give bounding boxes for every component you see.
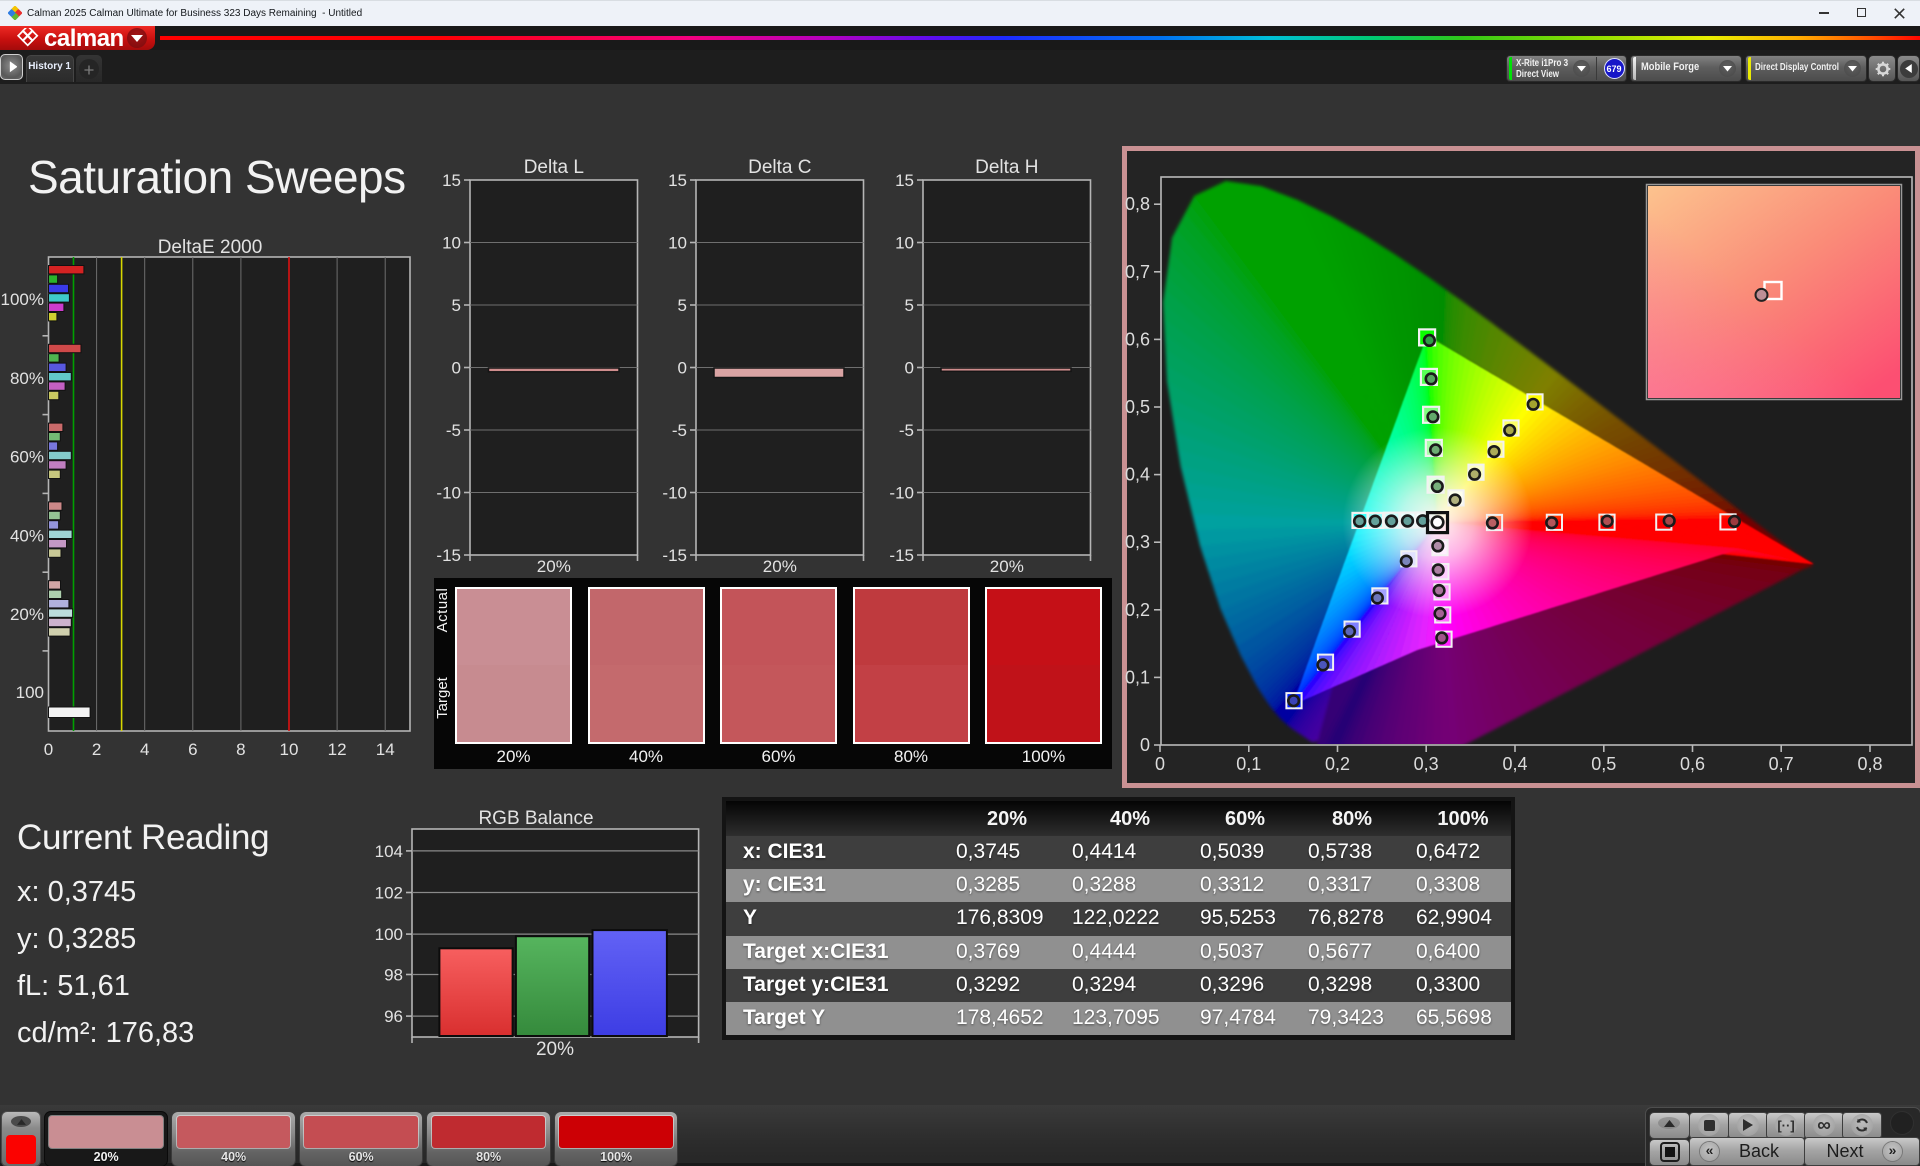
svg-text:104: 104	[375, 842, 403, 861]
svg-text:0,7: 0,7	[1769, 754, 1794, 774]
svg-text:-15: -15	[662, 546, 687, 565]
svg-text:0,3: 0,3	[1125, 532, 1150, 552]
svg-text:100: 100	[375, 925, 403, 944]
svg-text:0,4: 0,4	[1125, 465, 1150, 485]
svg-text:0,6: 0,6	[1680, 754, 1705, 774]
svg-text:0,8: 0,8	[1125, 194, 1150, 214]
svg-text:-5: -5	[445, 421, 460, 440]
svg-text:4: 4	[140, 740, 149, 759]
svg-text:10: 10	[280, 740, 299, 759]
svg-text:100%: 100%	[1, 290, 44, 309]
svg-text:6: 6	[188, 740, 197, 759]
svg-text:DeltaE 2000: DeltaE 2000	[158, 237, 263, 258]
svg-text:RGB Balance: RGB Balance	[478, 808, 593, 829]
svg-text:0: 0	[678, 359, 687, 378]
svg-text:5: 5	[904, 296, 913, 315]
svg-text:0: 0	[1155, 754, 1165, 774]
svg-text:0,7: 0,7	[1125, 262, 1150, 282]
svg-text:0,1: 0,1	[1236, 754, 1261, 774]
svg-text:Delta L: Delta L	[523, 157, 583, 178]
svg-text:2: 2	[92, 740, 101, 759]
svg-text:15: 15	[442, 171, 461, 190]
svg-text:20%: 20%	[10, 605, 44, 624]
svg-text:0,4: 0,4	[1502, 754, 1527, 774]
svg-text:0: 0	[904, 359, 913, 378]
svg-text:-5: -5	[898, 421, 913, 440]
svg-text:-5: -5	[672, 421, 687, 440]
svg-text:0,5: 0,5	[1125, 397, 1150, 417]
svg-text:15: 15	[668, 171, 687, 190]
svg-text:20%: 20%	[536, 557, 570, 576]
svg-text:20%: 20%	[989, 557, 1023, 576]
svg-text:-10: -10	[889, 484, 914, 503]
svg-text:12: 12	[328, 740, 347, 759]
svg-text:40%: 40%	[10, 526, 44, 545]
svg-text:0,2: 0,2	[1125, 600, 1150, 620]
svg-text:100: 100	[16, 683, 44, 702]
svg-text:0,1: 0,1	[1125, 667, 1150, 687]
svg-text:8: 8	[236, 740, 245, 759]
svg-text:60%: 60%	[10, 448, 44, 467]
svg-text:14: 14	[376, 740, 395, 759]
svg-text:0: 0	[1140, 735, 1150, 755]
svg-text:0: 0	[451, 359, 460, 378]
svg-text:-15: -15	[436, 546, 461, 565]
svg-text:10: 10	[895, 234, 914, 253]
svg-text:5: 5	[678, 296, 687, 315]
svg-text:0: 0	[44, 740, 53, 759]
svg-text:0,5: 0,5	[1591, 754, 1616, 774]
svg-text:10: 10	[668, 234, 687, 253]
svg-text:5: 5	[451, 296, 460, 315]
svg-text:-15: -15	[889, 546, 914, 565]
svg-text:Delta C: Delta C	[748, 157, 811, 178]
svg-text:102: 102	[375, 884, 403, 903]
svg-text:96: 96	[384, 1007, 403, 1026]
svg-text:80%: 80%	[10, 369, 44, 388]
svg-text:98: 98	[384, 966, 403, 985]
svg-text:-10: -10	[436, 484, 461, 503]
svg-text:20%: 20%	[763, 557, 797, 576]
svg-text:0,8: 0,8	[1857, 754, 1882, 774]
svg-text:0,6: 0,6	[1125, 329, 1150, 349]
svg-text:0,2: 0,2	[1325, 754, 1350, 774]
svg-text:0,3: 0,3	[1414, 754, 1439, 774]
svg-text:15: 15	[895, 171, 914, 190]
svg-text:-10: -10	[662, 484, 687, 503]
svg-text:10: 10	[442, 234, 461, 253]
svg-text:20%: 20%	[536, 1039, 574, 1060]
svg-text:Delta H: Delta H	[975, 157, 1038, 178]
